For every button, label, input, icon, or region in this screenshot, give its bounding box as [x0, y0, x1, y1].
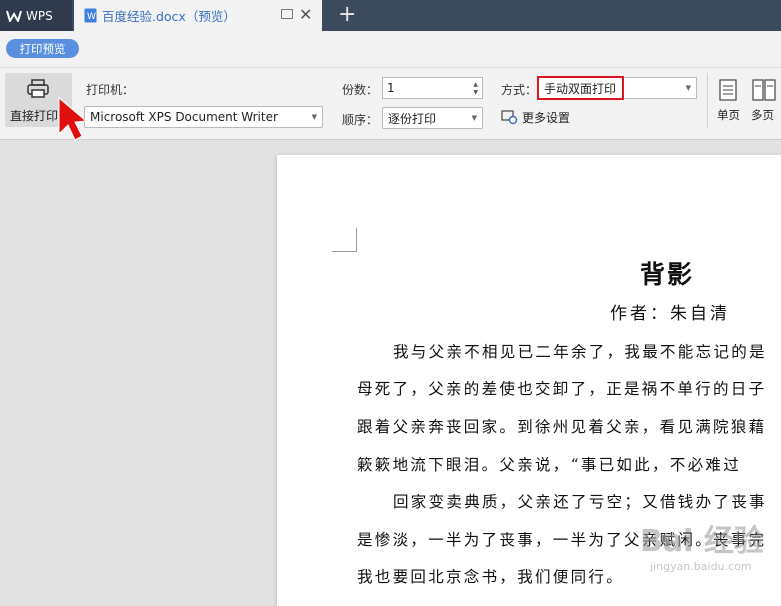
chevron-down-icon: ▼	[311, 113, 317, 121]
duplex-mode-select[interactable]: 手动双面打印 ▼	[537, 76, 697, 100]
tab-document-label: 百度经验.docx（预览）	[102, 9, 236, 24]
chevron-down-icon: ▼	[471, 114, 477, 122]
more-settings-button[interactable]: 更多设置	[501, 109, 570, 126]
close-icon[interactable]: ✕	[299, 5, 312, 24]
multi-page-icon[interactable]	[752, 79, 776, 101]
tab-bar: WPS W 百度经验.docx（预览） ✕ +	[0, 0, 781, 31]
svg-text:W: W	[87, 12, 96, 22]
body-line: 母死了，父亲的差使也交卸了，正是祸不单行的日子	[357, 380, 767, 398]
multi-page-label[interactable]: 多页	[751, 107, 774, 123]
body-line: 我也要回北京念书，我们便同行。	[357, 568, 625, 586]
chevron-down-icon: ▼	[685, 84, 691, 92]
document-title: 背影	[640, 260, 695, 289]
duplex-mode-value: 手动双面打印	[544, 81, 617, 96]
page-margin-mark	[356, 228, 357, 252]
print-preview-toolbar: 打印预览 直接打印 打印机： Microsoft XPS Document Wr…	[0, 31, 781, 140]
tab-wps-label: WPS	[26, 8, 53, 23]
toolbar-divider	[707, 73, 708, 128]
order-select-value: 逐份打印	[388, 111, 437, 126]
print-preview-tab[interactable]: 打印预览	[6, 39, 79, 58]
printer-select-value: Microsoft XPS Document Writer	[90, 110, 278, 124]
watermark-url: jingyan.baidu.com	[650, 560, 752, 573]
watermark: Bai 经验	[640, 524, 764, 559]
stepper-down-icon[interactable]: ▼	[473, 89, 478, 96]
word-doc-icon: W	[84, 8, 97, 23]
body-line: 回家变卖典质，父亲还了亏空；又借钱办了丧事	[393, 493, 767, 511]
page-margin-mark	[332, 251, 357, 252]
printer-icon	[27, 79, 49, 98]
wps-logo-icon	[6, 10, 22, 22]
printer-select[interactable]: Microsoft XPS Document Writer ▼	[84, 106, 323, 128]
body-line: 跟着父亲奔丧回家。到徐州见着父亲，看见满院狼藉	[357, 418, 767, 436]
stepper-up-icon[interactable]: ▲	[473, 81, 478, 88]
body-line: 我与父亲不相见已二年余了，我最不能忘记的是	[393, 343, 767, 361]
settings-icon	[501, 110, 518, 125]
toolbar-divider	[0, 67, 781, 68]
copies-stepper[interactable]: 1 ▲ ▼	[382, 77, 483, 99]
mode-label: 方式：	[501, 83, 538, 97]
body-line: 簌簌地流下眼泪。父亲说，“事已如此，不必难过	[357, 456, 742, 474]
printer-label: 打印机：	[86, 83, 135, 97]
more-settings-label: 更多设置	[522, 111, 571, 125]
single-page-icon[interactable]	[719, 79, 737, 101]
highlight-box: 手动双面打印	[537, 76, 624, 100]
tab-document[interactable]: W 百度经验.docx（预览） ✕	[74, 0, 322, 31]
single-page-label[interactable]: 单页	[717, 107, 740, 123]
add-tab-icon[interactable]: +	[338, 2, 356, 27]
copies-label: 份数：	[342, 83, 379, 97]
order-label: 顺序：	[342, 113, 379, 127]
pointer-arrow-icon	[58, 96, 87, 141]
tab-wps-home[interactable]: WPS	[0, 0, 72, 31]
order-select[interactable]: 逐份打印 ▼	[382, 107, 483, 129]
direct-print-label: 直接打印	[10, 109, 59, 123]
document-author: 作者：朱自清	[610, 304, 730, 324]
window-mode-icon[interactable]	[281, 9, 293, 19]
copies-value: 1	[387, 81, 395, 95]
